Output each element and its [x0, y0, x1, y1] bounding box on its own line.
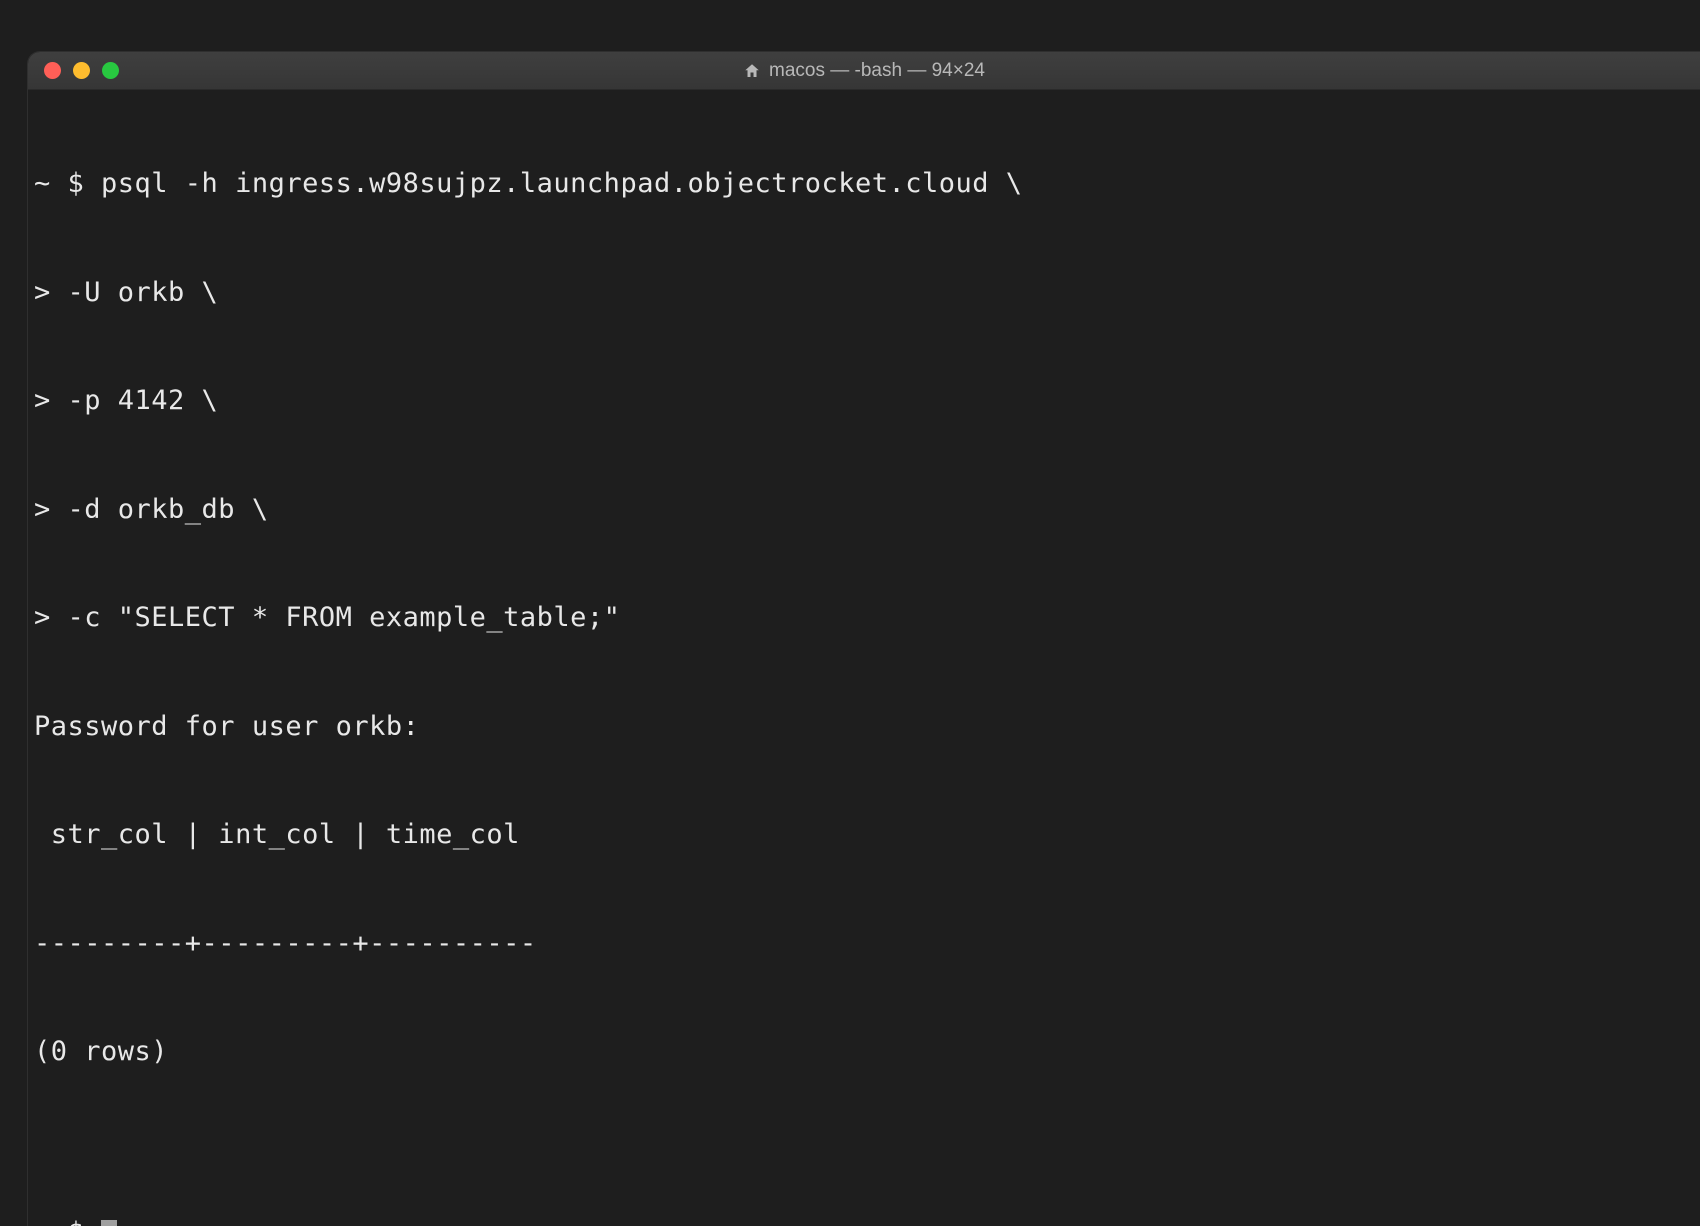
terminal-line: > -d orkb_db \ [34, 492, 1694, 528]
window-title: macos — -bash — 94×24 [743, 60, 985, 82]
terminal-line: > -U orkb \ [34, 275, 1694, 311]
terminal-line: ---------+---------+---------- [34, 926, 1694, 962]
maximize-button[interactable] [102, 62, 119, 79]
minimize-button[interactable] [73, 62, 90, 79]
window-title-text: macos — -bash — 94×24 [769, 60, 985, 82]
home-icon [743, 62, 761, 80]
traffic-lights [28, 62, 119, 79]
title-bar: macos — -bash — 94×24 [28, 52, 1700, 90]
terminal-line: > -p 4142 \ [34, 383, 1694, 419]
terminal-body[interactable]: ~ $ psql -h ingress.w98sujpz.launchpad.o… [28, 90, 1700, 1226]
terminal-prompt-line: ~ $ [34, 1215, 1694, 1226]
terminal-window: macos — -bash — 94×24 ~ $ psql -h ingres… [28, 52, 1700, 1226]
terminal-line: (0 rows) [34, 1034, 1694, 1070]
terminal-line: ~ $ psql -h ingress.w98sujpz.launchpad.o… [34, 166, 1694, 202]
terminal-line: > -c "SELECT * FROM example_table;" [34, 600, 1694, 636]
cursor [101, 1220, 117, 1226]
close-button[interactable] [44, 62, 61, 79]
terminal-line: str_col | int_col | time_col [34, 817, 1694, 853]
terminal-prompt: ~ $ [34, 1217, 101, 1226]
terminal-line: Password for user orkb: [34, 709, 1694, 745]
